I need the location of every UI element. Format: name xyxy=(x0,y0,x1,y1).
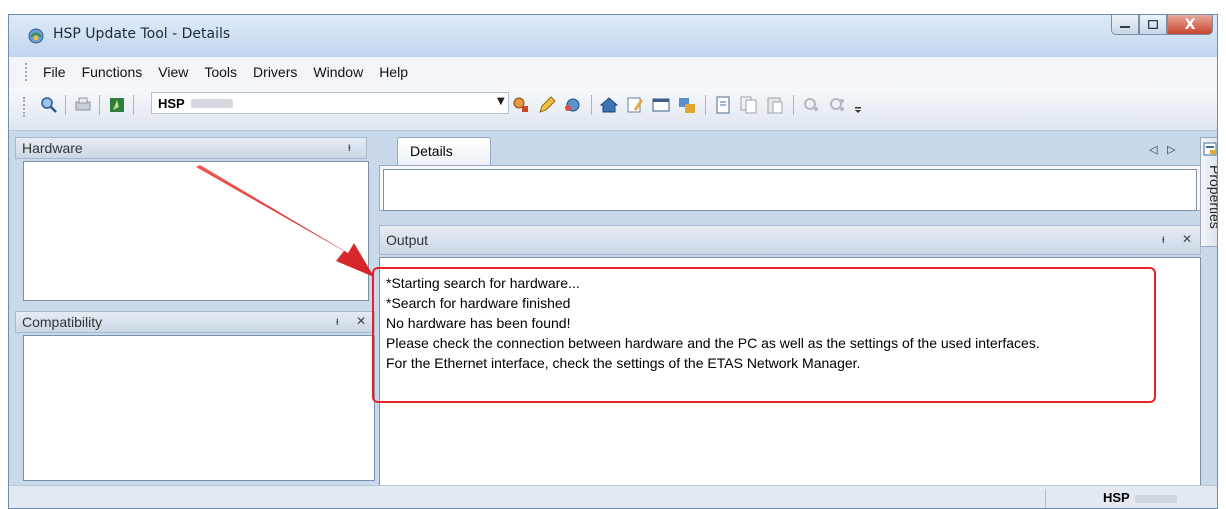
page-icon[interactable] xyxy=(713,95,733,115)
minimize-button[interactable] xyxy=(1111,15,1139,35)
output-panel-title: Output xyxy=(386,232,429,248)
tab-scroll-right-icon[interactable]: ▷ xyxy=(1167,143,1175,156)
highlight-box xyxy=(372,267,1156,403)
pin-icon[interactable]: ᵻ xyxy=(348,140,351,154)
combo-dropdown-icon[interactable]: ▼ xyxy=(497,96,505,107)
compatibility-list[interactable] xyxy=(23,335,375,481)
toolbar-separator xyxy=(99,95,100,115)
app-icon xyxy=(28,28,44,44)
document-edit-icon[interactable] xyxy=(625,95,645,115)
menu-file[interactable]: File xyxy=(35,64,74,80)
home-icon[interactable] xyxy=(599,95,619,115)
menu-drivers[interactable]: Drivers xyxy=(245,64,305,80)
status-bar: HSP xyxy=(9,485,1217,508)
menu-functions[interactable]: Functions xyxy=(74,64,151,80)
window-icon[interactable] xyxy=(651,95,671,115)
network-icon[interactable] xyxy=(563,95,583,115)
print-icon[interactable] xyxy=(73,95,93,115)
pin-icon[interactable]: ᵻ xyxy=(1162,232,1165,246)
hsp-version-label: HSP xyxy=(158,95,185,111)
tab-details-label: Details xyxy=(410,143,453,159)
close-panel-icon[interactable]: ✕ xyxy=(356,314,366,328)
close-panel-icon[interactable]: ✕ xyxy=(1182,232,1192,246)
toolbar-separator xyxy=(591,95,592,115)
menu-grip[interactable] xyxy=(25,63,29,81)
hardware-list[interactable] xyxy=(23,161,369,301)
tab-details[interactable]: Details xyxy=(397,137,491,165)
paste-icon[interactable] xyxy=(765,95,785,115)
details-content[interactable] xyxy=(383,169,1197,211)
status-hsp-label: HSP xyxy=(1103,490,1130,505)
hsp-version-combo[interactable]: HSP xyxy=(151,92,509,114)
app-window: HSP Update Tool - Details X File Functio… xyxy=(8,14,1218,509)
tab-scroll-left-icon[interactable]: ◁ xyxy=(1149,143,1157,156)
settings-advanced-disabled-icon[interactable] xyxy=(827,95,847,115)
settings-disabled-icon[interactable] xyxy=(801,95,821,115)
toolbar-separator xyxy=(65,95,66,115)
maximize-button[interactable] xyxy=(1139,15,1167,35)
toolbar-overflow-icon[interactable] xyxy=(853,95,863,115)
compatibility-panel-title: Compatibility xyxy=(22,314,103,330)
menu-window[interactable]: Window xyxy=(305,64,371,80)
flash-icon[interactable] xyxy=(107,95,127,115)
toolbar: HSP ▼ xyxy=(9,87,1217,131)
pin-icon[interactable]: ᵻ xyxy=(336,314,339,328)
title-bar[interactable]: HSP Update Tool - Details X xyxy=(9,15,1217,57)
pencil-icon[interactable] xyxy=(537,95,557,115)
hardware-panel-header: Hardware ᵻ xyxy=(15,137,367,159)
version-blur xyxy=(190,98,233,108)
close-icon: X xyxy=(1184,16,1196,33)
close-button[interactable]: X xyxy=(1167,15,1213,35)
compatibility-panel-header: Compatibility ᵻ ✕ xyxy=(15,311,375,333)
menu-view[interactable]: View xyxy=(150,64,196,80)
menu-tools[interactable]: Tools xyxy=(196,64,245,80)
output-panel-header: Output ᵻ ✕ xyxy=(379,225,1201,255)
toolbar-separator xyxy=(793,95,794,115)
hardware-search-icon[interactable] xyxy=(511,95,531,115)
toolbar-grip[interactable] xyxy=(23,97,26,117)
status-version-blur xyxy=(1135,495,1177,503)
status-separator xyxy=(1045,489,1046,508)
maximize-icon xyxy=(1148,20,1158,29)
menu-help[interactable]: Help xyxy=(371,64,416,80)
properties-tab-label: Properties xyxy=(1207,165,1218,229)
properties-icon xyxy=(1203,142,1217,156)
window-title: HSP Update Tool - Details xyxy=(53,26,231,42)
menu-bar: File Functions View Tools Drivers Window… xyxy=(9,57,1217,87)
toolbar-separator xyxy=(705,95,706,115)
transfer-icon[interactable] xyxy=(677,95,697,115)
search-hardware-icon[interactable] xyxy=(39,95,59,115)
hardware-panel-title: Hardware xyxy=(22,140,83,156)
minimize-icon xyxy=(1120,25,1130,28)
toolbar-separator xyxy=(133,95,134,115)
copy-icon[interactable] xyxy=(739,95,759,115)
